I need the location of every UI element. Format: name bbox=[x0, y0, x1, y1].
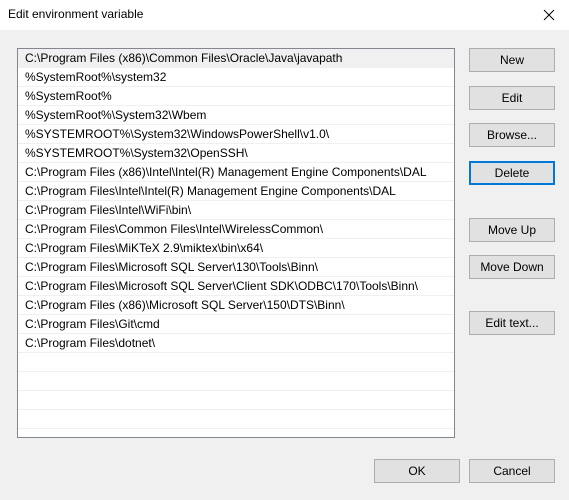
list-item[interactable]: C:\Program Files\Common Files\Intel\Wire… bbox=[18, 220, 454, 239]
browse-button[interactable]: Browse... bbox=[469, 123, 555, 147]
path-list[interactable]: C:\Program Files (x86)\Common Files\Orac… bbox=[17, 48, 455, 438]
empty-list-row[interactable] bbox=[18, 353, 454, 372]
new-button[interactable]: New bbox=[469, 48, 555, 72]
empty-list-row[interactable] bbox=[18, 391, 454, 410]
window-title: Edit environment variable bbox=[8, 7, 144, 21]
edit-environment-variable-dialog: Edit environment variable C:\Program Fil… bbox=[0, 0, 569, 500]
list-item[interactable]: %SystemRoot% bbox=[18, 87, 454, 106]
ok-button[interactable]: OK bbox=[374, 459, 460, 483]
list-item[interactable]: C:\Program Files (x86)\Intel\Intel(R) Ma… bbox=[18, 163, 454, 182]
list-item[interactable]: %SYSTEMROOT%\System32\WindowsPowerShell\… bbox=[18, 125, 454, 144]
list-item[interactable]: C:\Program Files\MiKTeX 2.9\miktex\bin\x… bbox=[18, 239, 454, 258]
empty-list-row[interactable] bbox=[18, 410, 454, 429]
cancel-button[interactable]: Cancel bbox=[469, 459, 555, 483]
move-up-button[interactable]: Move Up bbox=[469, 218, 555, 242]
list-item[interactable]: C:\Program Files (x86)\Common Files\Orac… bbox=[18, 49, 454, 68]
list-item[interactable]: %SYSTEMROOT%\System32\OpenSSH\ bbox=[18, 144, 454, 163]
close-button[interactable] bbox=[529, 0, 569, 30]
list-item[interactable]: %SystemRoot%\system32 bbox=[18, 68, 454, 87]
list-item[interactable]: %SystemRoot%\System32\Wbem bbox=[18, 106, 454, 125]
list-item[interactable]: C:\Program Files\Microsoft SQL Server\Cl… bbox=[18, 277, 454, 296]
list-item[interactable]: C:\Program Files\Git\cmd bbox=[18, 315, 454, 334]
empty-list-row[interactable] bbox=[18, 372, 454, 391]
list-item[interactable]: C:\Program Files\dotnet\ bbox=[18, 334, 454, 353]
edit-text-button[interactable]: Edit text... bbox=[469, 311, 555, 335]
list-item[interactable]: C:\Program Files\Intel\Intel(R) Manageme… bbox=[18, 182, 454, 201]
list-item[interactable]: C:\Program Files\Intel\WiFi\bin\ bbox=[18, 201, 454, 220]
list-item[interactable]: C:\Program Files\Microsoft SQL Server\13… bbox=[18, 258, 454, 277]
list-item[interactable]: C:\Program Files (x86)\Microsoft SQL Ser… bbox=[18, 296, 454, 315]
close-icon bbox=[543, 9, 555, 21]
edit-button[interactable]: Edit bbox=[469, 86, 555, 110]
move-down-button[interactable]: Move Down bbox=[469, 255, 555, 279]
delete-button[interactable]: Delete bbox=[469, 161, 555, 185]
title-bar: Edit environment variable bbox=[0, 0, 569, 30]
